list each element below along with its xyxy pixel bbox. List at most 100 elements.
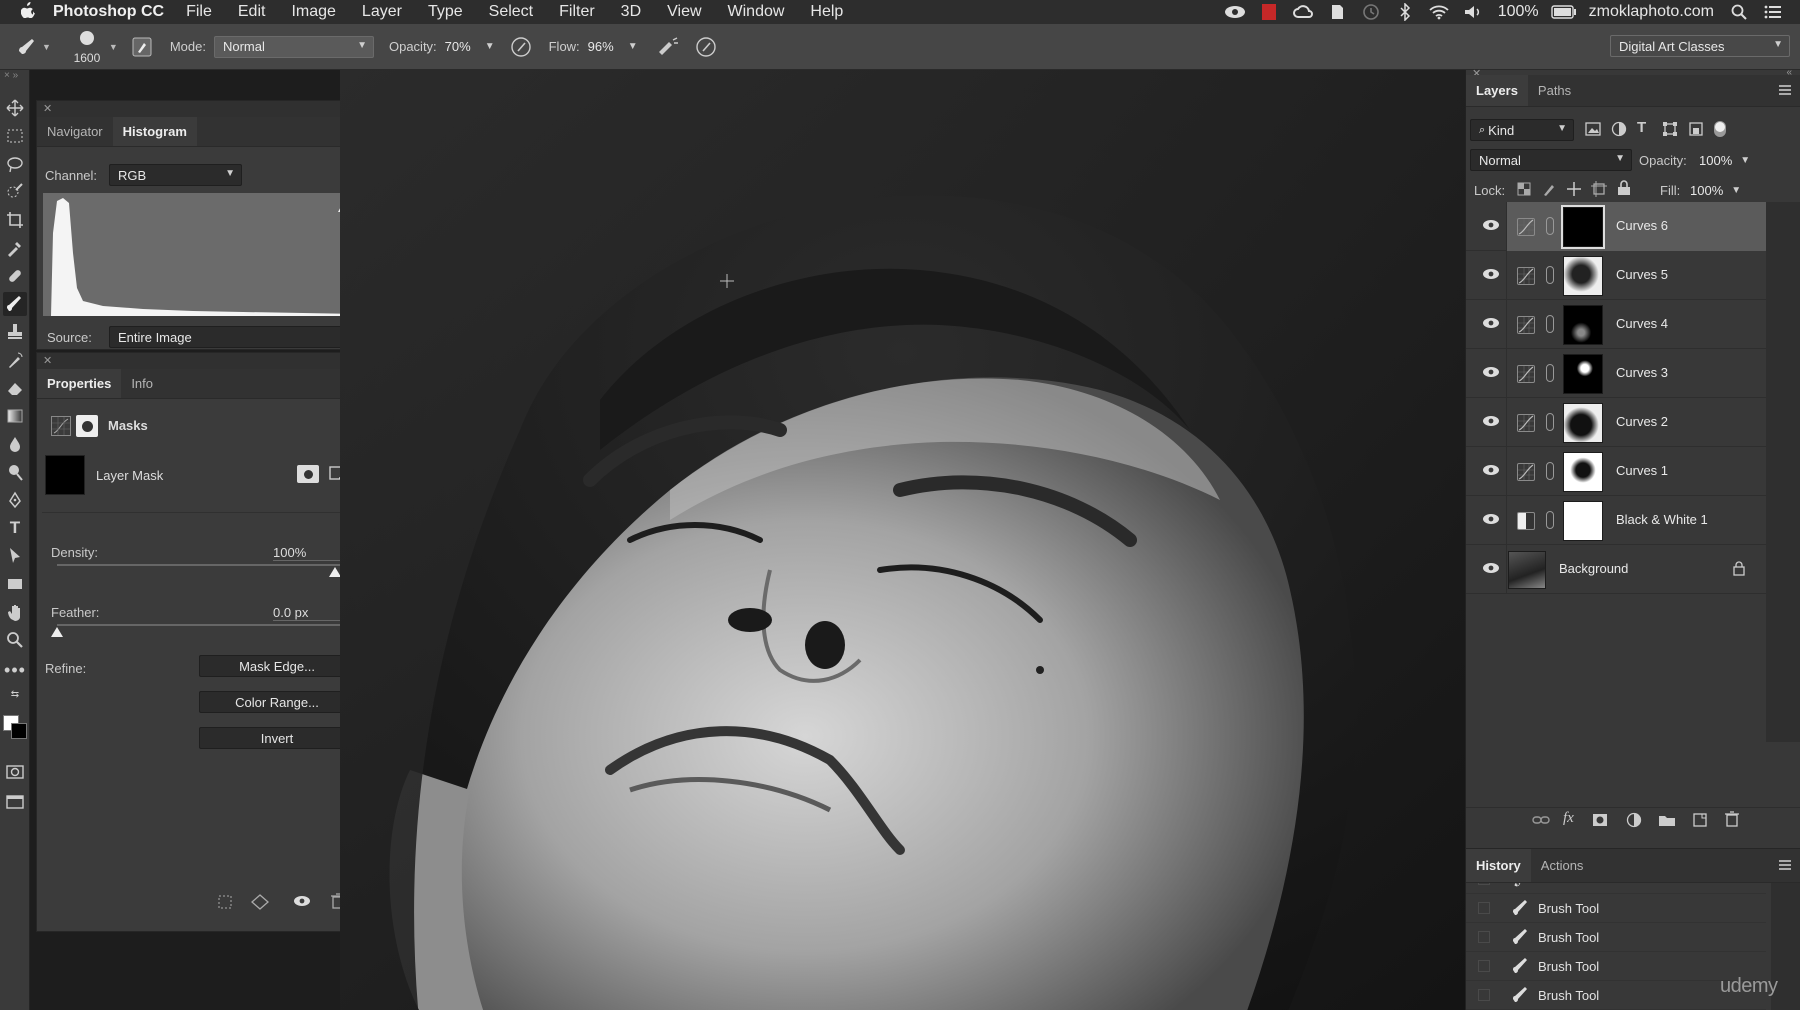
menu-3d[interactable]: 3D [621,3,641,21]
layer-mask-thumbnail[interactable] [1563,305,1603,345]
layer-mask-thumbnail[interactable] [1563,354,1603,394]
visibility-eye-icon[interactable] [1482,562,1500,574]
path-selection-tool-icon[interactable] [3,544,27,568]
visibility-eye-icon[interactable] [1482,219,1500,231]
feather-slider-track[interactable] [51,624,343,637]
evernote-icon[interactable] [1324,3,1350,21]
layer-mask-thumbnail[interactable] [1561,205,1605,249]
filter-pixel-icon[interactable] [1585,122,1601,139]
layer-filter-dropdown[interactable]: ⌕ Kind ▼ [1470,119,1574,141]
layer-row-curves-5[interactable]: Curves 5 [1466,251,1766,300]
layer-style-icon[interactable]: fx [1563,810,1574,827]
lock-all-icon[interactable] [1617,180,1631,199]
mask-link-icon[interactable] [1546,462,1554,480]
tab-properties[interactable]: Properties [37,369,122,398]
history-item[interactable]: 🖌 [1466,883,1766,894]
lock-position-icon[interactable] [1566,181,1582,200]
menu-layer[interactable]: Layer [362,3,402,21]
layer-mask-thumbnail[interactable] [1563,452,1603,492]
tab-navigator[interactable]: Navigator [37,117,113,146]
brush-panel-toggle-icon[interactable] [130,35,154,59]
collapse-icon[interactable]: × » [4,70,18,81]
visibility-eye-icon[interactable] [1482,464,1500,476]
new-group-icon[interactable] [1658,813,1676,830]
feather-slider-thumb[interactable] [51,627,63,637]
lock-pixels-icon[interactable] [1542,181,1556,200]
move-tool-icon[interactable] [3,96,27,120]
gradient-tool-icon[interactable] [3,404,27,428]
airbrush-icon[interactable] [656,35,680,59]
menu-help[interactable]: Help [810,3,843,21]
history-snapshot-checkbox[interactable] [1478,902,1490,914]
filter-shape-icon[interactable] [1662,121,1678,140]
brush-tool-icon[interactable] [3,292,27,316]
layer-mask-thumbnail[interactable] [1563,256,1603,296]
close-icon[interactable]: ✕ [43,354,52,367]
visibility-eye-icon[interactable] [1482,513,1500,525]
mask-link-icon[interactable] [1546,413,1554,431]
curves-adjustment-icon[interactable] [1517,218,1535,236]
visibility-eye-icon[interactable] [1482,317,1500,329]
curves-adjustment-icon[interactable] [51,416,71,436]
visibility-eye-icon[interactable] [1482,415,1500,427]
document-canvas[interactable] [340,70,1465,1010]
tab-histogram[interactable]: Histogram [112,117,197,146]
tab-layers[interactable]: Layers [1466,75,1528,106]
density-slider-track[interactable] [57,564,343,577]
layer-row-curves-2[interactable]: Curves 2 [1466,398,1766,447]
brush-size-picker[interactable]: 1600 [67,27,107,67]
filter-adjustment-icon[interactable] [1611,121,1627,140]
filter-smart-object-icon[interactable] [1688,121,1704,140]
marquee-tool-icon[interactable] [3,124,27,148]
film-icon[interactable] [1256,3,1282,21]
user-name[interactable]: zmoklaphoto.com [1589,3,1714,21]
layer-mask-thumbnail[interactable] [1563,501,1603,541]
healing-brush-tool-icon[interactable] [3,264,27,288]
layer-row-curves-3[interactable]: Curves 3 [1466,349,1766,398]
menu-window[interactable]: Window [728,3,785,21]
layer-row-black-white-1[interactable]: Black & White 1 [1466,496,1766,545]
layers-scrollbar[interactable] [1766,202,1800,742]
mode-dropdown[interactable]: Normal ▼ [213,35,374,58]
mask-edge-button[interactable]: Mask Edge... [199,655,355,677]
lock-artboard-icon[interactable] [1591,181,1607,200]
spotlight-search-icon[interactable] [1726,3,1752,21]
layer-row-curves-1[interactable]: Curves 1 [1466,447,1766,496]
creative-cloud-icon[interactable] [1290,3,1316,21]
eyedropper-tool-icon[interactable] [3,236,27,260]
tab-history[interactable]: History [1466,849,1531,882]
visibility-eye-icon[interactable] [1482,366,1500,378]
menu-file[interactable]: File [186,3,212,21]
hand-tool-icon[interactable] [3,600,27,624]
menu-image[interactable]: Image [291,3,335,21]
opacity-dropdown[interactable]: 70% ▼ [445,36,495,58]
delete-layer-icon[interactable] [1725,811,1739,830]
menu-view[interactable]: View [667,3,701,21]
mask-link-icon[interactable] [1546,511,1554,529]
curves-adjustment-icon[interactable] [1517,463,1535,481]
toggle-mask-visibility-icon[interactable] [293,895,311,910]
blur-tool-icon[interactable] [3,432,27,456]
layer-row-background[interactable]: Background [1466,545,1766,594]
tab-info[interactable]: Info [121,369,163,398]
eye-status-icon[interactable] [1222,3,1248,21]
swap-colors-icon[interactable]: ⇆ [3,686,27,702]
background-color-swatch[interactable] [11,723,27,739]
layer-row-curves-6[interactable]: Curves 6 [1466,202,1766,251]
time-machine-icon[interactable] [1358,3,1384,21]
menu-select[interactable]: Select [489,3,533,21]
add-mask-icon[interactable] [1592,813,1608,830]
more-tools-icon[interactable]: ••• [3,658,27,682]
curves-adjustment-icon[interactable] [1517,365,1535,383]
zoom-tool-icon[interactable] [3,628,27,652]
load-selection-icon[interactable] [217,894,233,913]
color-range-button[interactable]: Color Range... [199,691,355,713]
app-menu[interactable]: Photoshop CC [53,3,164,21]
clone-stamp-tool-icon[interactable] [3,320,27,344]
select-pixel-mask-icon[interactable] [297,465,319,483]
pressure-opacity-icon[interactable] [509,35,533,59]
mask-link-icon[interactable] [1546,315,1554,333]
eraser-tool-icon[interactable] [3,376,27,400]
fill-dropdown[interactable]: 100% ▼ [1690,179,1741,201]
feather-value[interactable]: 0.0 px [273,605,345,621]
